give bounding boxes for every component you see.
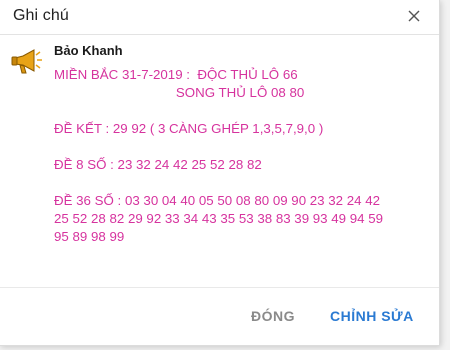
megaphone-icon <box>11 49 42 74</box>
note-line: MIỀN BẮC 31-7-2019 : ĐỘC THỦ LÔ 66 <box>54 67 298 82</box>
note-line <box>54 174 424 192</box>
note-line: ĐỀ 8 SỐ : 23 32 24 42 25 52 28 82 <box>54 157 262 172</box>
note-line: 25 52 28 82 29 92 33 34 43 35 53 38 83 3… <box>54 211 384 226</box>
close-button[interactable]: ĐÓNG <box>247 306 299 326</box>
edit-button[interactable]: CHỈNH SỬA <box>326 306 418 326</box>
note-dialog: Ghi chú Bảo Khanh MIỀN BẮC 31-7-2019 : Đ… <box>0 0 440 346</box>
note-author: Bảo Khanh <box>54 43 123 58</box>
note-line: ĐỀ KẾT : 29 92 ( 3 CÀNG GHÉP 1,3,5,7,9,0… <box>54 121 324 136</box>
footer-divider <box>0 287 439 288</box>
dialog-titlebar: Ghi chú <box>0 0 439 35</box>
note-content: MIỀN BẮC 31-7-2019 : ĐỘC THỦ LÔ 66 SONG … <box>54 66 424 246</box>
note-line: SONG THỦ LÔ 08 80 <box>54 85 305 100</box>
note-line: 95 89 98 99 <box>54 229 125 244</box>
note-line: ĐỀ 36 SỐ : 03 30 04 40 05 50 08 80 09 90… <box>54 193 381 208</box>
note-line <box>54 138 424 156</box>
close-icon[interactable] <box>403 5 425 27</box>
dialog-title: Ghi chú <box>13 7 69 24</box>
note-line <box>54 102 424 120</box>
